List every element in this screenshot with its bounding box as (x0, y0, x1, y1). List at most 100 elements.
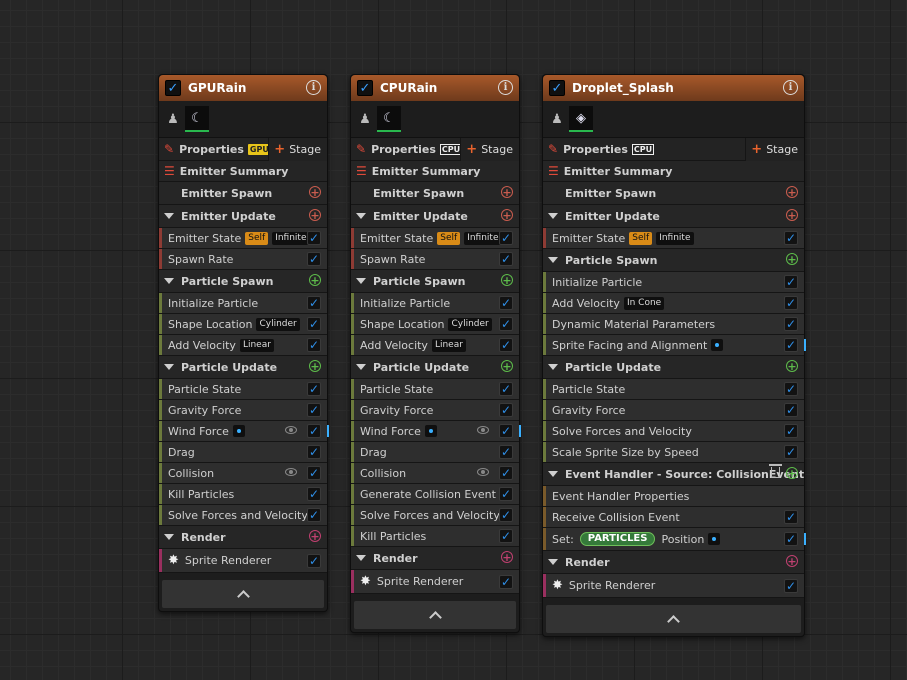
module-enable-checkbox[interactable]: ✓ (499, 508, 513, 522)
add-module-icon[interactable]: + (786, 467, 798, 479)
person-icon[interactable]: ♟ (359, 110, 371, 128)
module-row[interactable]: Solve Forces and Velocity ✓ (543, 421, 804, 442)
module-enable-checkbox[interactable]: ✓ (499, 338, 513, 352)
collapse-arrow-icon[interactable] (164, 213, 174, 219)
collapse-arrow-icon[interactable] (548, 213, 558, 219)
collapse-arrow-icon[interactable] (548, 364, 558, 370)
module-enable-checkbox[interactable]: ✓ (307, 338, 321, 352)
module-enable-checkbox[interactable]: ✓ (307, 487, 321, 501)
collapse-emitter-button[interactable] (354, 601, 516, 629)
eye-icon[interactable] (477, 468, 489, 476)
emitter-update-section[interactable]: Emitter Update + (543, 205, 804, 228)
eye-icon[interactable] (285, 468, 297, 476)
emitter-node-cpurain[interactable]: ✓ CPURain i ♟ ☾ ✎ Properties CPU + Stage … (350, 74, 521, 633)
module-enable-checkbox[interactable]: ✓ (307, 231, 321, 245)
module-row[interactable]: Dynamic Material Parameters ✓ (543, 314, 804, 335)
add-renderer-icon[interactable]: + (309, 530, 321, 542)
info-icon[interactable]: i (783, 80, 798, 95)
module-enable-checkbox[interactable]: ✓ (784, 403, 798, 417)
add-renderer-icon[interactable]: + (501, 551, 513, 563)
collapse-arrow-icon[interactable] (164, 364, 174, 370)
collapse-arrow-icon[interactable] (356, 364, 366, 370)
module-row[interactable]: Add Velocity Linear ✓ (351, 335, 519, 356)
emitter-enable-checkbox[interactable]: ✓ (549, 80, 565, 96)
module-row[interactable]: Drag ✓ (159, 442, 327, 463)
module-enable-checkbox[interactable]: ✓ (784, 317, 798, 331)
event-handler-properties-row[interactable]: Event Handler Properties (543, 486, 804, 507)
emitter-thumbnail[interactable]: ☾ (185, 106, 209, 132)
add-stage-button[interactable]: + Stage (745, 138, 804, 161)
render-section[interactable]: Render + (159, 526, 327, 549)
module-row[interactable]: Add Velocity In Cone ✓ (543, 293, 804, 314)
add-module-icon[interactable]: + (786, 186, 798, 198)
event-handler-section[interactable]: Event Handler - Source: CollisionEvent + (543, 463, 804, 486)
particle-spawn-section[interactable]: Particle Spawn + (543, 249, 804, 272)
particle-spawn-section[interactable]: Particle Spawn + (159, 270, 327, 293)
module-enable-checkbox[interactable]: ✓ (784, 231, 798, 245)
emitter-summary-row[interactable]: ☰ Emitter Summary (543, 161, 804, 182)
emitter-node-gpurain[interactable]: ✓ GPURain i ♟ ☾ ✎ Properties GPU + Stage … (158, 74, 329, 612)
add-module-icon[interactable]: + (309, 274, 321, 286)
module-row[interactable]: Kill Particles ✓ (159, 484, 327, 505)
emitter-thumbnail[interactable]: ◈ (569, 106, 593, 132)
module-row[interactable]: Emitter State Self Infinite ✓ (159, 228, 327, 249)
emitter-enable-checkbox[interactable]: ✓ (165, 80, 181, 96)
eye-icon[interactable] (477, 426, 489, 434)
add-module-icon[interactable]: + (786, 253, 798, 265)
module-enable-checkbox[interactable]: ✓ (307, 424, 321, 438)
module-enable-checkbox[interactable]: ✓ (307, 382, 321, 396)
add-module-icon[interactable]: + (786, 209, 798, 221)
module-row[interactable]: Emitter State Self Infinite ✓ (351, 228, 519, 249)
info-icon[interactable]: i (306, 80, 321, 95)
emitter-header[interactable]: ✓ GPURain i (159, 75, 327, 101)
module-enable-checkbox[interactable]: ✓ (784, 424, 798, 438)
properties-row[interactable]: ✎ Properties CPU + Stage (351, 138, 519, 161)
add-stage-button[interactable]: + Stage (460, 138, 519, 161)
person-icon[interactable]: ♟ (167, 110, 179, 128)
trash-icon[interactable] (769, 464, 782, 478)
add-renderer-icon[interactable]: + (786, 555, 798, 567)
emitter-spawn-section[interactable]: Emitter Spawn + (159, 182, 327, 205)
module-enable-checkbox[interactable]: ✓ (499, 529, 513, 543)
renderer-row[interactable]: ✸ Sprite Renderer ✓ (543, 574, 804, 598)
module-row[interactable]: Particle State ✓ (159, 379, 327, 400)
emitter-spawn-section[interactable]: Emitter Spawn + (543, 182, 804, 205)
collapse-arrow-icon[interactable] (356, 555, 366, 561)
module-row[interactable]: Wind Force ✓ (159, 421, 329, 442)
emitter-summary-row[interactable]: ☰ Emitter Summary (351, 161, 519, 182)
module-row[interactable]: Add Velocity Linear ✓ (159, 335, 327, 356)
module-row[interactable]: Solve Forces and Velocity ✓ (159, 505, 327, 526)
set-parameter-row[interactable]: Set: PARTICLES Position ✓ (543, 528, 806, 551)
module-row[interactable]: Spawn Rate ✓ (351, 249, 519, 270)
module-enable-checkbox[interactable]: ✓ (307, 252, 321, 266)
module-row[interactable]: Particle State ✓ (351, 379, 519, 400)
render-section[interactable]: Render + (543, 551, 804, 574)
module-row[interactable]: Initialize Particle ✓ (543, 272, 804, 293)
emitter-spawn-section[interactable]: Emitter Spawn + (351, 182, 519, 205)
renderer-row[interactable]: ✸ Sprite Renderer ✓ (159, 549, 327, 573)
module-enable-checkbox[interactable]: ✓ (784, 510, 798, 524)
particle-update-section[interactable]: Particle Update + (543, 356, 804, 379)
module-row[interactable]: Gravity Force ✓ (159, 400, 327, 421)
module-enable-checkbox[interactable]: ✓ (499, 382, 513, 396)
add-module-icon[interactable]: + (501, 360, 513, 372)
module-enable-checkbox[interactable]: ✓ (307, 317, 321, 331)
module-row[interactable]: Initialize Particle ✓ (351, 293, 519, 314)
module-enable-checkbox[interactable]: ✓ (307, 296, 321, 310)
renderer-row[interactable]: ✸ Sprite Renderer ✓ (351, 570, 519, 594)
module-enable-checkbox[interactable]: ✓ (307, 445, 321, 459)
properties-row[interactable]: ✎ Properties GPU + Stage (159, 138, 327, 161)
module-row[interactable]: Emitter State Self Infinite ✓ (543, 228, 804, 249)
module-row[interactable]: Shape Location Cylinder ✓ (159, 314, 327, 335)
collapse-arrow-icon[interactable] (548, 559, 558, 565)
module-row[interactable]: Sprite Facing and Alignment ✓ (543, 335, 806, 356)
add-module-icon[interactable]: + (501, 186, 513, 198)
module-row[interactable]: Wind Force ✓ (351, 421, 521, 442)
module-enable-checkbox[interactable]: ✓ (499, 317, 513, 331)
emitter-enable-checkbox[interactable]: ✓ (357, 80, 373, 96)
module-enable-checkbox[interactable]: ✓ (784, 338, 798, 352)
module-enable-checkbox[interactable]: ✓ (307, 403, 321, 417)
module-enable-checkbox[interactable]: ✓ (499, 403, 513, 417)
collapse-emitter-button[interactable] (546, 605, 801, 633)
add-module-icon[interactable]: + (786, 360, 798, 372)
